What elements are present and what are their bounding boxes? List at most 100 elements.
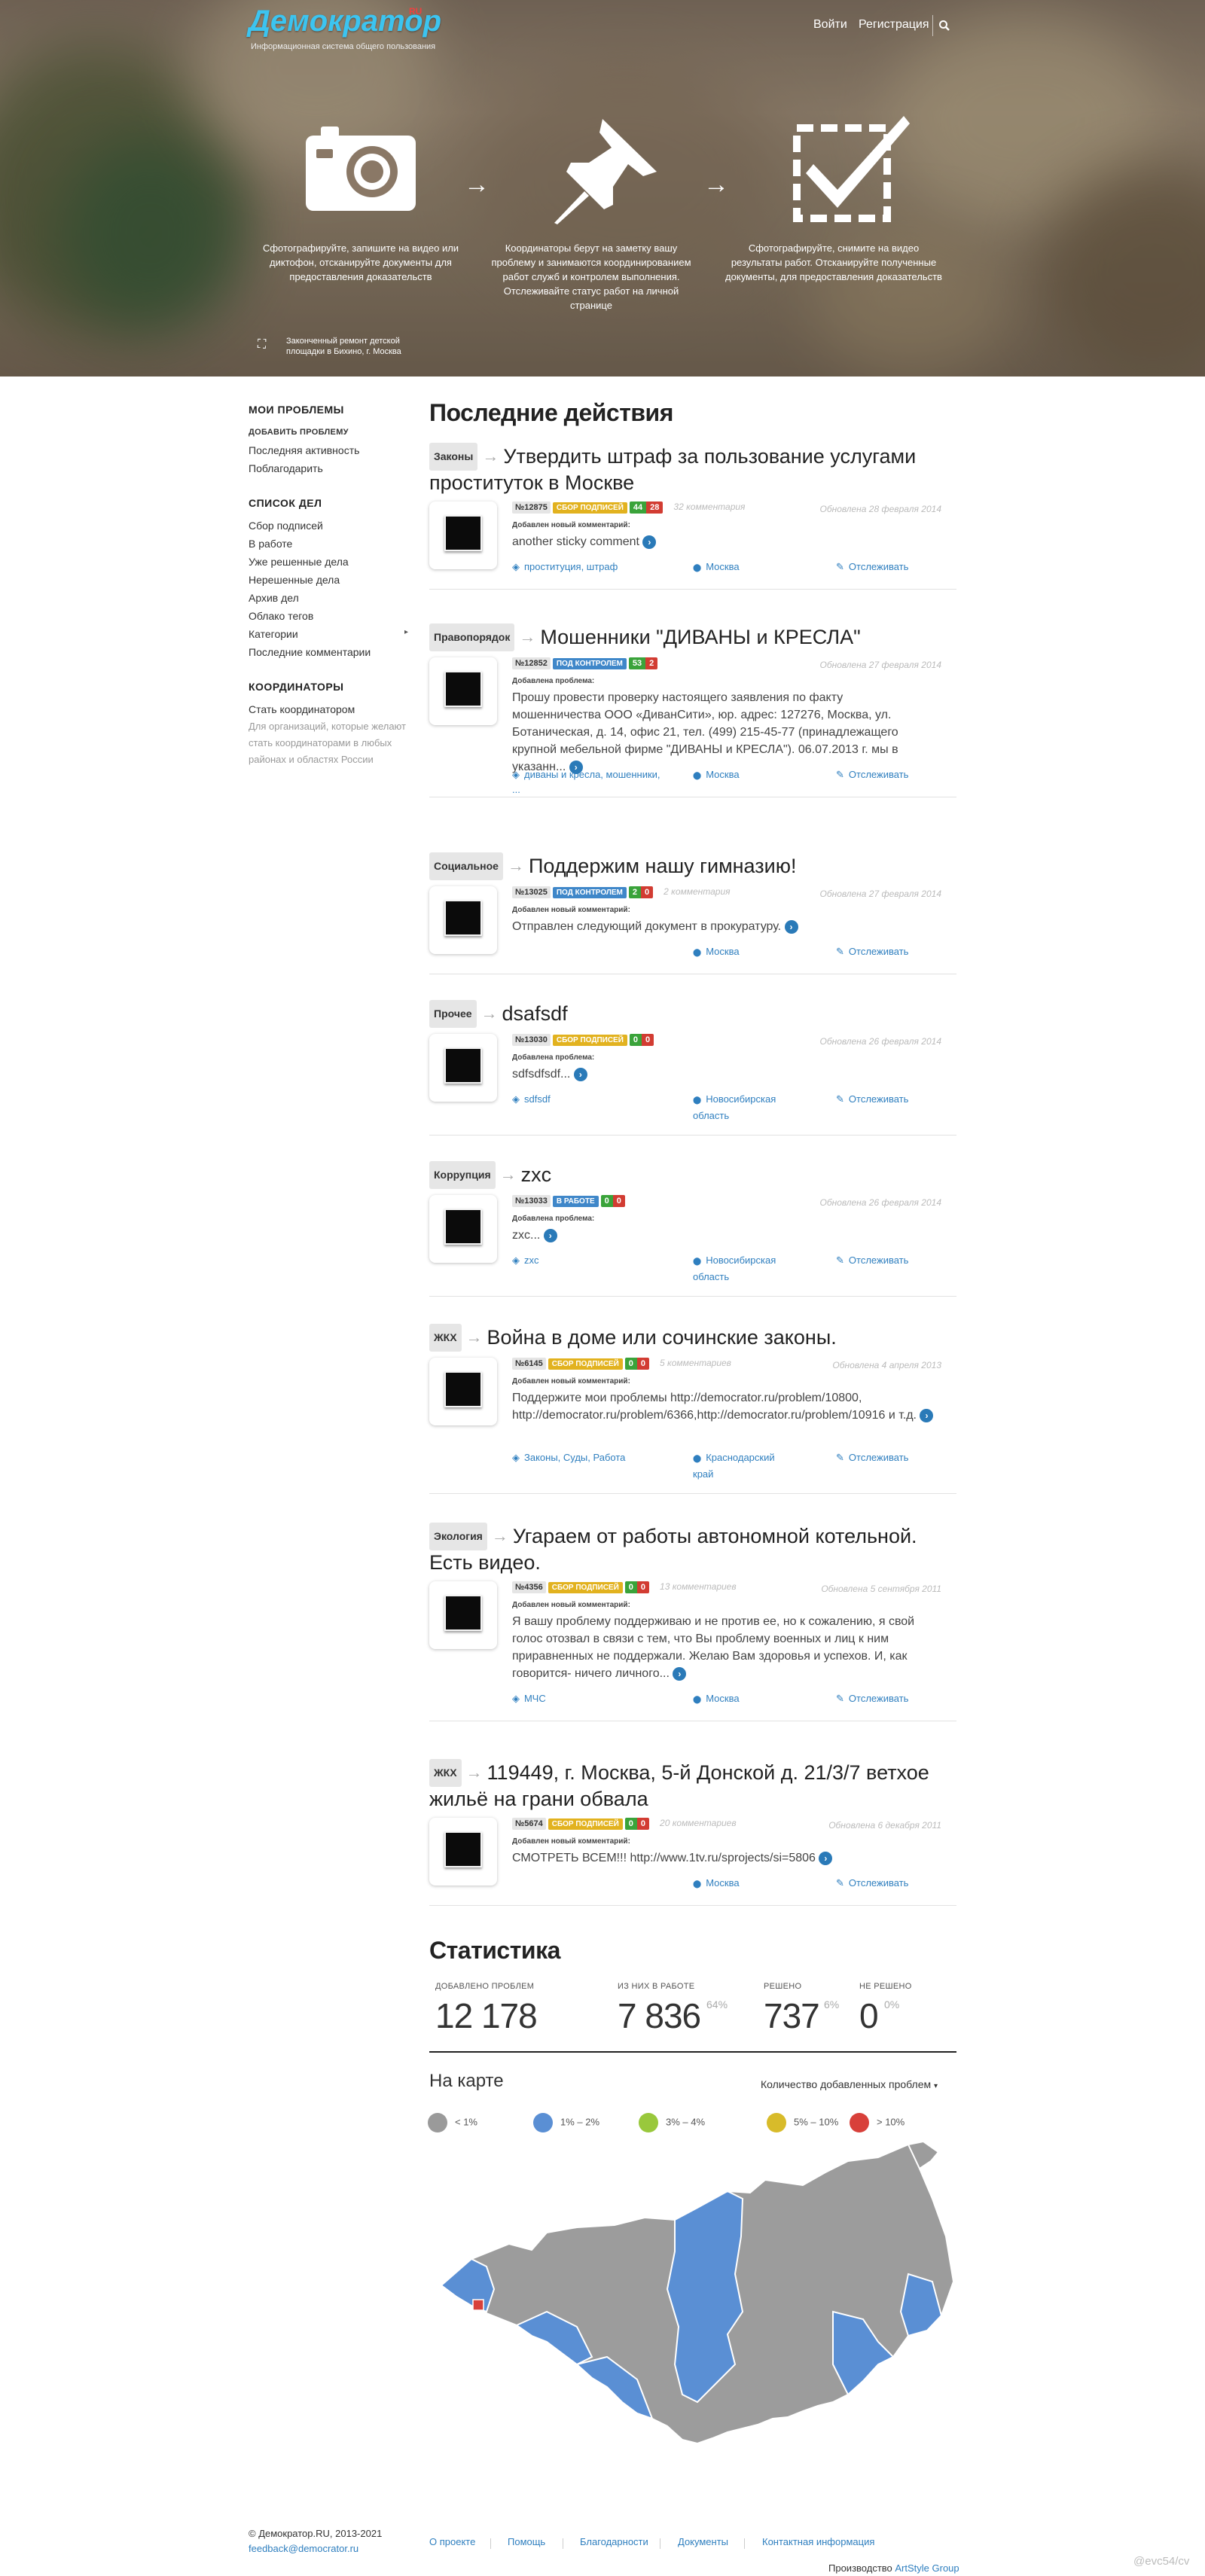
- legend-item[interactable]: 5% – 10%: [767, 2113, 838, 2132]
- tags-text[interactable]: zxc: [524, 1254, 539, 1266]
- follow-button[interactable]: ✎ Отслеживать: [836, 1450, 908, 1465]
- follow-label[interactable]: Отслеживать: [849, 1452, 908, 1463]
- read-more-icon[interactable]: ›: [573, 1068, 587, 1081]
- problem-title[interactable]: zxc: [521, 1163, 552, 1186]
- chevron-right-icon[interactable]: ▸: [404, 628, 408, 636]
- comments-count[interactable]: 20 комментариев: [660, 1818, 737, 1828]
- read-more-icon[interactable]: ›: [784, 920, 798, 934]
- follow-label[interactable]: Отслеживать: [849, 1093, 908, 1105]
- feedback-email-link[interactable]: feedback@democrator.ru: [249, 2543, 358, 2554]
- follow-button[interactable]: ✎ Отслеживать: [836, 1876, 908, 1891]
- credit-link[interactable]: ArtStyle Group: [895, 2562, 959, 2574]
- problem-title[interactable]: Мошенники "ДИВАНЫ и КРЕСЛА": [540, 626, 860, 648]
- problem-title[interactable]: dsafsdf: [502, 1002, 568, 1025]
- comments-count[interactable]: 5 комментариев: [660, 1358, 731, 1368]
- category-badge[interactable]: ЖКХ: [429, 1324, 462, 1352]
- fullscreen-icon[interactable]: ⛶: [258, 338, 271, 352]
- feed-item-title[interactable]: ЖКХ → Война в доме или сочинские законы.: [429, 1324, 956, 1352]
- search-icon[interactable]: [938, 20, 950, 32]
- read-more-icon[interactable]: ›: [642, 535, 657, 549]
- feed-item-title[interactable]: Социальное → Поддержим нашу гимназию!: [429, 852, 956, 880]
- feed-item-title[interactable]: Правопорядок → Мошенники "ДИВАНЫ и КРЕСЛА": [429, 623, 956, 651]
- legend-item[interactable]: 3% – 4%: [639, 2113, 705, 2132]
- feed-item-title[interactable]: Законы → Утвердить штраф за пользование ус…: [429, 443, 956, 495]
- feed-item-title[interactable]: Коррупция → zxc: [429, 1161, 956, 1189]
- problem-region[interactable]: ⬤ Москва: [693, 559, 791, 576]
- legend-item[interactable]: 1% – 2%: [533, 2113, 599, 2132]
- category-badge[interactable]: ЖКХ: [429, 1759, 462, 1787]
- follow-label[interactable]: Отслеживать: [849, 946, 908, 957]
- region-text[interactable]: Краснодарский край: [693, 1452, 775, 1480]
- sidebar-item-unsolved[interactable]: Нерешенные дела: [249, 571, 414, 589]
- login-link[interactable]: Войти: [813, 18, 847, 32]
- region-text[interactable]: Москва: [706, 561, 739, 572]
- sidebar-thank[interactable]: Поблагодарить: [249, 459, 414, 477]
- tags-text[interactable]: диваны и кресла, мошенники, ...: [512, 769, 660, 795]
- read-more-icon[interactable]: ›: [543, 1229, 557, 1242]
- problem-region[interactable]: ⬤ Москва: [693, 1691, 791, 1708]
- problem-tags[interactable]: ◈ sdfsdf: [512, 1092, 670, 1107]
- follow-button[interactable]: ✎ Отслеживать: [836, 559, 908, 575]
- sidebar-item-in-work[interactable]: В работе: [249, 535, 414, 553]
- tags-text[interactable]: Законы, Суды, Работа: [524, 1452, 625, 1463]
- category-badge[interactable]: Коррупция: [429, 1161, 496, 1189]
- problem-region[interactable]: ⬤ Новосибирская область: [693, 1253, 791, 1285]
- sidebar-activity[interactable]: Последняя активность: [249, 441, 414, 459]
- sidebar-item-archive[interactable]: Архив дел: [249, 589, 414, 607]
- sidebar-item-categories[interactable]: Категории: [249, 625, 414, 643]
- comments-count[interactable]: 32 комментария: [673, 501, 745, 512]
- category-badge[interactable]: Экология: [429, 1523, 487, 1550]
- problem-region[interactable]: ⬤ Краснодарский край: [693, 1450, 791, 1482]
- register-link[interactable]: Регистрация: [859, 18, 929, 32]
- sidebar-item-comments[interactable]: Последние комментарии: [249, 643, 414, 661]
- footer-link-help[interactable]: Помощь: [508, 2536, 545, 2547]
- feed-item-title[interactable]: Экология → Угараем от работы автономной ко…: [429, 1523, 956, 1575]
- region-text[interactable]: Москва: [706, 946, 739, 957]
- problem-title[interactable]: Утвердить штраф за пользование услугами …: [429, 445, 916, 494]
- problem-tags[interactable]: ◈ Законы, Суды, Работа: [512, 1450, 670, 1465]
- problem-title[interactable]: Война в доме или сочинские законы.: [487, 1326, 837, 1349]
- follow-label[interactable]: Отслеживать: [849, 1877, 908, 1889]
- category-badge[interactable]: Прочее: [429, 1000, 477, 1028]
- feed-item-title[interactable]: ЖКХ → 119449, г. Москва, 5-й Донской д. 21…: [429, 1759, 956, 1812]
- problem-tags[interactable]: ◈ диваны и кресла, мошенники, ...: [512, 767, 670, 797]
- sidebar-item-solved[interactable]: Уже решенные дела: [249, 553, 414, 571]
- follow-button[interactable]: ✎ Отслеживать: [836, 1691, 908, 1706]
- region-text[interactable]: Москва: [706, 769, 739, 780]
- legend-item[interactable]: > 10%: [850, 2113, 905, 2132]
- follow-button[interactable]: ✎ Отслеживать: [836, 1092, 908, 1107]
- problem-thumbnail[interactable]: [429, 1358, 497, 1425]
- follow-button[interactable]: ✎ Отслеживать: [836, 944, 908, 959]
- follow-label[interactable]: Отслеживать: [849, 1254, 908, 1266]
- problem-thumbnail[interactable]: [429, 886, 497, 954]
- sidebar-item-signatures[interactable]: Сбор подписей: [249, 517, 414, 535]
- region-text[interactable]: Москва: [706, 1693, 739, 1704]
- problem-title[interactable]: Поддержим нашу гимназию!: [529, 855, 797, 877]
- follow-label[interactable]: Отслеживать: [849, 1693, 908, 1704]
- footer-link-about[interactable]: О проекте: [429, 2536, 475, 2547]
- map-region-red[interactable]: [472, 2299, 484, 2311]
- sidebar-item-tags[interactable]: Облако тегов: [249, 607, 414, 625]
- comments-count[interactable]: 13 комментариев: [660, 1581, 737, 1592]
- problem-tags[interactable]: ◈ проституция, штраф: [512, 559, 670, 575]
- category-badge[interactable]: Законы: [429, 443, 478, 471]
- category-badge[interactable]: Правопорядок: [429, 623, 515, 651]
- problem-tags[interactable]: ◈ МЧС: [512, 1691, 670, 1706]
- comments-count[interactable]: 2 комментария: [664, 886, 730, 897]
- problem-region[interactable]: ⬤ Москва: [693, 944, 791, 961]
- feed-item-title[interactable]: Прочее → dsafsdf: [429, 1000, 956, 1028]
- problem-thumbnail[interactable]: [429, 1818, 497, 1886]
- read-more-icon[interactable]: ›: [673, 1667, 687, 1681]
- problem-thumbnail[interactable]: [429, 1195, 497, 1263]
- sidebar-become-coordinator[interactable]: Стать координатором: [249, 700, 414, 718]
- region-text[interactable]: Москва: [706, 1877, 739, 1889]
- problem-thumbnail[interactable]: [429, 501, 497, 569]
- problem-region[interactable]: ⬤ Москва: [693, 767, 791, 784]
- region-text[interactable]: Новосибирская область: [693, 1093, 776, 1121]
- legend-item[interactable]: < 1%: [428, 2113, 477, 2132]
- region-text[interactable]: Новосибирская область: [693, 1254, 776, 1282]
- problem-thumbnail[interactable]: [429, 1034, 497, 1102]
- read-more-icon[interactable]: ›: [819, 1852, 833, 1865]
- problem-region[interactable]: ⬤ Новосибирская область: [693, 1092, 791, 1123]
- map-metric-select[interactable]: Количество добавленных проблем ▾: [761, 2078, 938, 2090]
